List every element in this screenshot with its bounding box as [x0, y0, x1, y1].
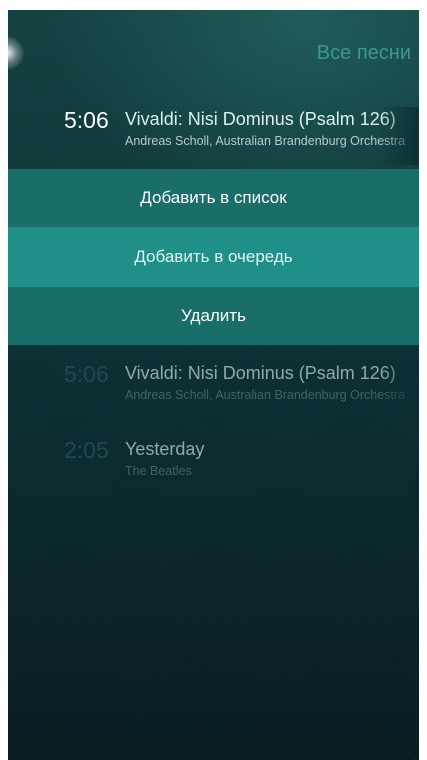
track-title: Vivaldi: Nisi Dominus (Psalm 126) — [125, 109, 396, 129]
context-menu: Добавить в список Добавить в очередь Уда… — [8, 169, 419, 345]
music-app-screen: Все песни 5:06 Vivaldi: Nisi Dominus (Ps… — [8, 10, 419, 760]
track-artist: The Beatles — [125, 464, 192, 478]
track-row[interactable]: 5:06 Vivaldi: Nisi Dominus (Psalm 126) A… — [8, 361, 419, 419]
page-title[interactable]: Все песни — [317, 42, 411, 65]
track-title: Vivaldi: Nisi Dominus (Psalm 126) — [125, 363, 396, 383]
track-duration: 5:06 — [64, 107, 109, 133]
track-artist: Andreas Scholl, Australian Brandenburg O… — [125, 388, 406, 402]
light-glow-decoration — [8, 36, 24, 70]
track-duration: 2:05 — [64, 437, 109, 463]
track-title: Yesterday — [125, 439, 205, 459]
track-row[interactable]: 2:05 Yesterday The Beatles — [8, 437, 419, 495]
track-duration: 5:06 — [64, 361, 109, 387]
selected-track-row[interactable]: 5:06 Vivaldi: Nisi Dominus (Psalm 126) A… — [8, 107, 419, 165]
delete-button[interactable]: Удалить — [8, 287, 419, 345]
add-to-playlist-button[interactable]: Добавить в список — [8, 169, 419, 227]
track-artist: Andreas Scholl, Australian Brandenburg O… — [125, 134, 406, 148]
add-to-queue-button[interactable]: Добавить в очередь — [8, 227, 419, 287]
